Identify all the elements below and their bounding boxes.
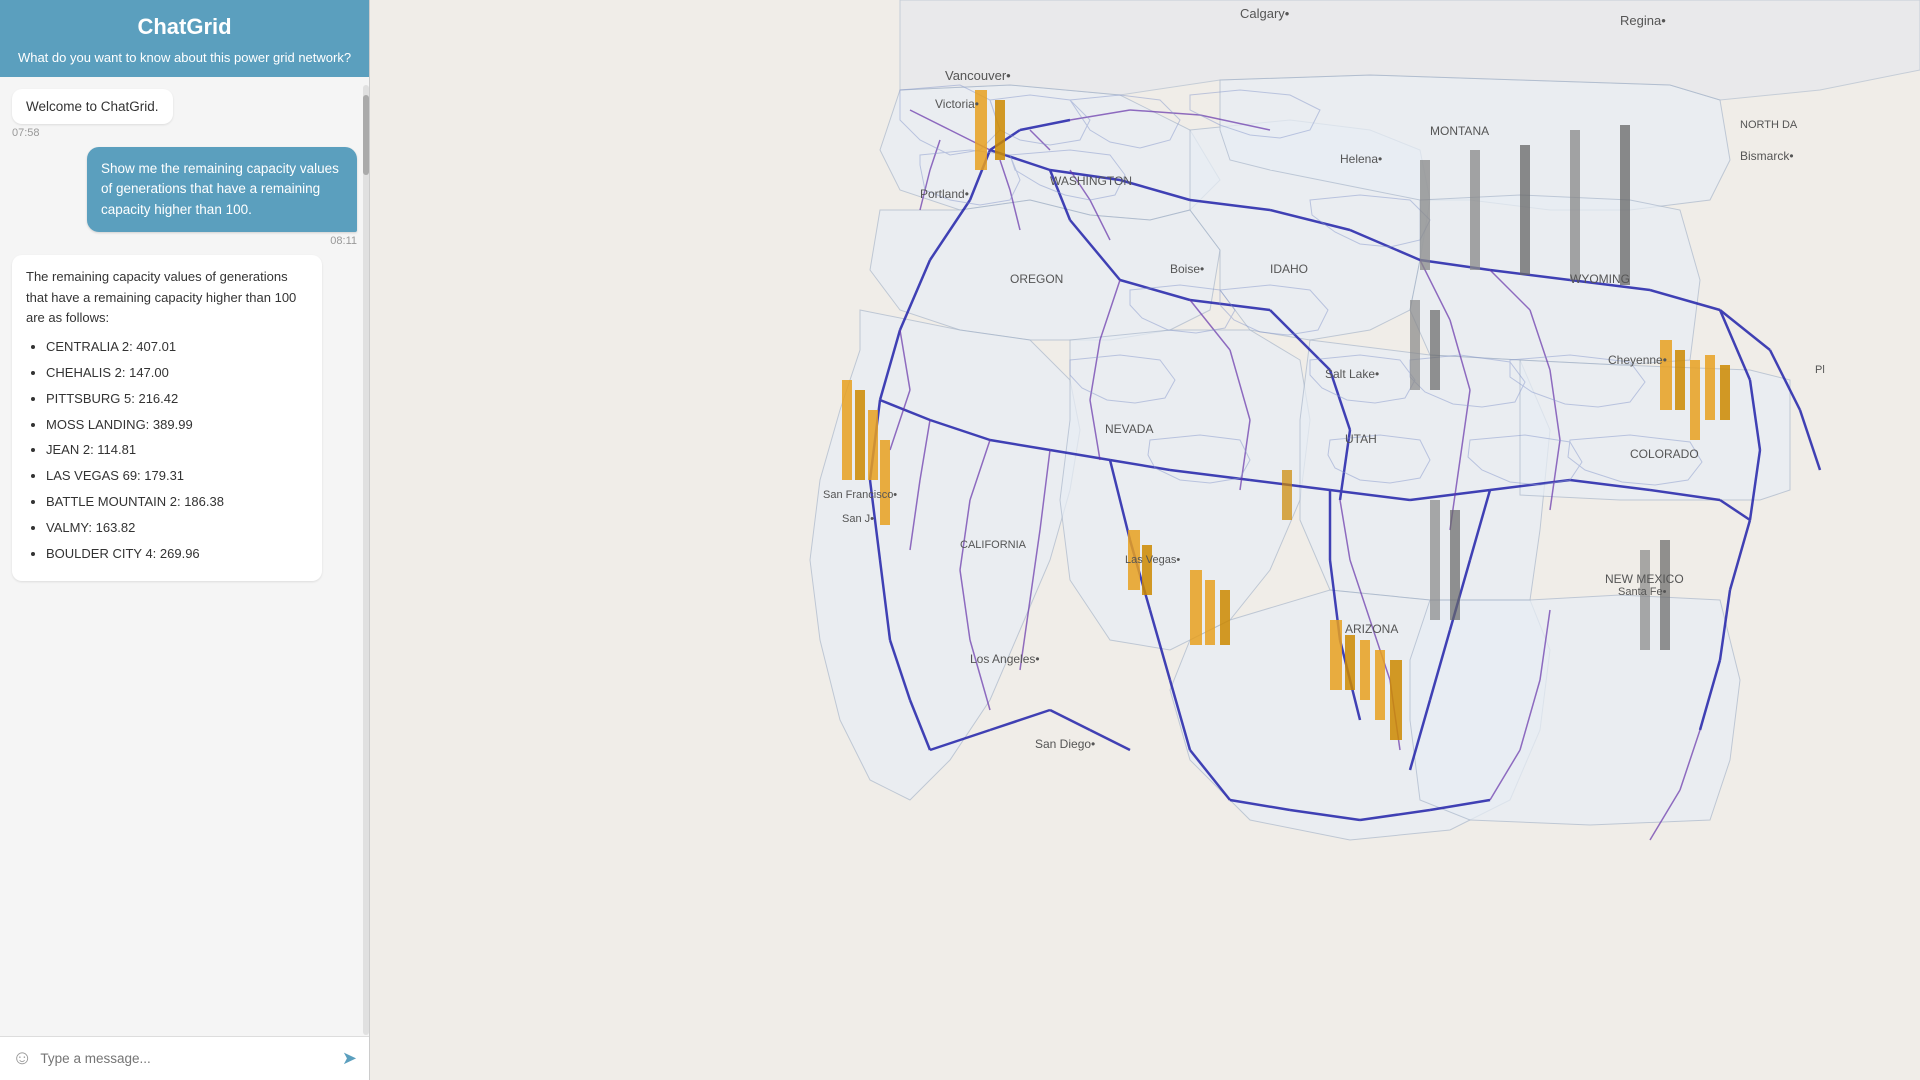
chat-input-area: ☺ ➤ — [0, 1036, 369, 1080]
svg-text:Santa Fe•: Santa Fe• — [1618, 586, 1667, 598]
svg-text:NORTH DA: NORTH DA — [1740, 119, 1798, 131]
capacity-list: CENTRALIA 2: 407.01 CHEHALIS 2: 147.00 P… — [26, 337, 308, 564]
svg-text:San J•: San J• — [842, 513, 874, 525]
scroll-thumb[interactable] — [363, 95, 369, 175]
user-message-1: Show me the remaining capacity values of… — [87, 147, 357, 232]
svg-text:WYOMING: WYOMING — [1570, 272, 1630, 286]
svg-text:Cheyenne•: Cheyenne• — [1608, 353, 1667, 367]
svg-text:Vancouver•: Vancouver• — [945, 68, 1011, 83]
svg-text:OREGON: OREGON — [1010, 272, 1063, 286]
svg-text:Pl: Pl — [1815, 364, 1825, 376]
svg-text:San Francisco•: San Francisco• — [823, 489, 897, 501]
svg-text:IDAHO: IDAHO — [1270, 262, 1308, 276]
welcome-time: 07:58 — [12, 127, 40, 139]
svg-text:San Diego•: San Diego• — [1035, 737, 1095, 751]
list-item: MOSS LANDING: 389.99 — [46, 415, 308, 436]
bot-intro: The remaining capacity values of generat… — [26, 269, 296, 326]
svg-text:ARIZONA: ARIZONA — [1345, 622, 1398, 636]
svg-text:CALIFORNIA: CALIFORNIA — [960, 539, 1027, 551]
chat-subtitle: What do you want to know about this powe… — [0, 50, 369, 77]
svg-text:NEVADA: NEVADA — [1105, 422, 1153, 436]
list-item: CHEHALIS 2: 147.00 — [46, 363, 308, 384]
svg-text:MONTANA: MONTANA — [1430, 124, 1489, 138]
list-item: VALMY: 163.82 — [46, 518, 308, 539]
welcome-message: Welcome to ChatGrid. — [12, 89, 173, 124]
svg-text:WASHINGTON: WASHINGTON — [1050, 174, 1132, 188]
svg-text:Bismarck•: Bismarck• — [1740, 149, 1794, 163]
svg-text:Regina•: Regina• — [1620, 13, 1666, 28]
svg-text:Los Angeles•: Los Angeles• — [970, 652, 1040, 666]
send-icon[interactable]: ➤ — [342, 1048, 357, 1069]
list-item: BATTLE MOUNTAIN 2: 186.38 — [46, 492, 308, 513]
svg-text:Las Vegas•: Las Vegas• — [1125, 554, 1180, 566]
app-title: ChatGrid — [137, 14, 231, 39]
scroll-indicator[interactable] — [363, 85, 369, 1035]
chat-messages: Welcome to ChatGrid. 07:58 Show me the r… — [0, 77, 369, 1036]
chat-input[interactable] — [40, 1051, 333, 1066]
svg-text:Portland•: Portland• — [920, 187, 969, 201]
list-item: CENTRALIA 2: 407.01 — [46, 337, 308, 358]
svg-text:COLORADO: COLORADO — [1630, 447, 1699, 461]
svg-text:Salt Lake•: Salt Lake• — [1325, 367, 1379, 381]
svg-text:Helena•: Helena• — [1340, 152, 1382, 166]
list-item: PITTSBURG 5: 216.42 — [46, 389, 308, 410]
map-svg: Calgary• Regina• Vancouver• Victoria• WA… — [370, 0, 1920, 1080]
svg-text:Boise•: Boise• — [1170, 262, 1204, 276]
list-item: LAS VEGAS 69: 179.31 — [46, 466, 308, 487]
welcome-text: Welcome to ChatGrid. — [26, 99, 159, 114]
emoji-icon[interactable]: ☺ — [12, 1047, 32, 1070]
map-area: Calgary• Regina• Vancouver• Victoria• WA… — [370, 0, 1920, 1080]
chat-panel: ChatGrid What do you want to know about … — [0, 0, 370, 1080]
user-message-text: Show me the remaining capacity values of… — [101, 161, 339, 217]
svg-text:UTAH: UTAH — [1345, 432, 1377, 446]
svg-text:NEW MEXICO: NEW MEXICO — [1605, 572, 1684, 586]
svg-text:Victoria•: Victoria• — [935, 97, 979, 111]
bot-response-1: The remaining capacity values of generat… — [12, 255, 322, 582]
chat-header: ChatGrid — [0, 0, 369, 50]
svg-text:Calgary•: Calgary• — [1240, 6, 1290, 21]
list-item: BOULDER CITY 4: 269.96 — [46, 544, 308, 565]
list-item: JEAN 2: 114.81 — [46, 440, 308, 461]
user-message-time: 08:11 — [330, 235, 357, 247]
app-subtitle: What do you want to know about this powe… — [18, 50, 351, 65]
